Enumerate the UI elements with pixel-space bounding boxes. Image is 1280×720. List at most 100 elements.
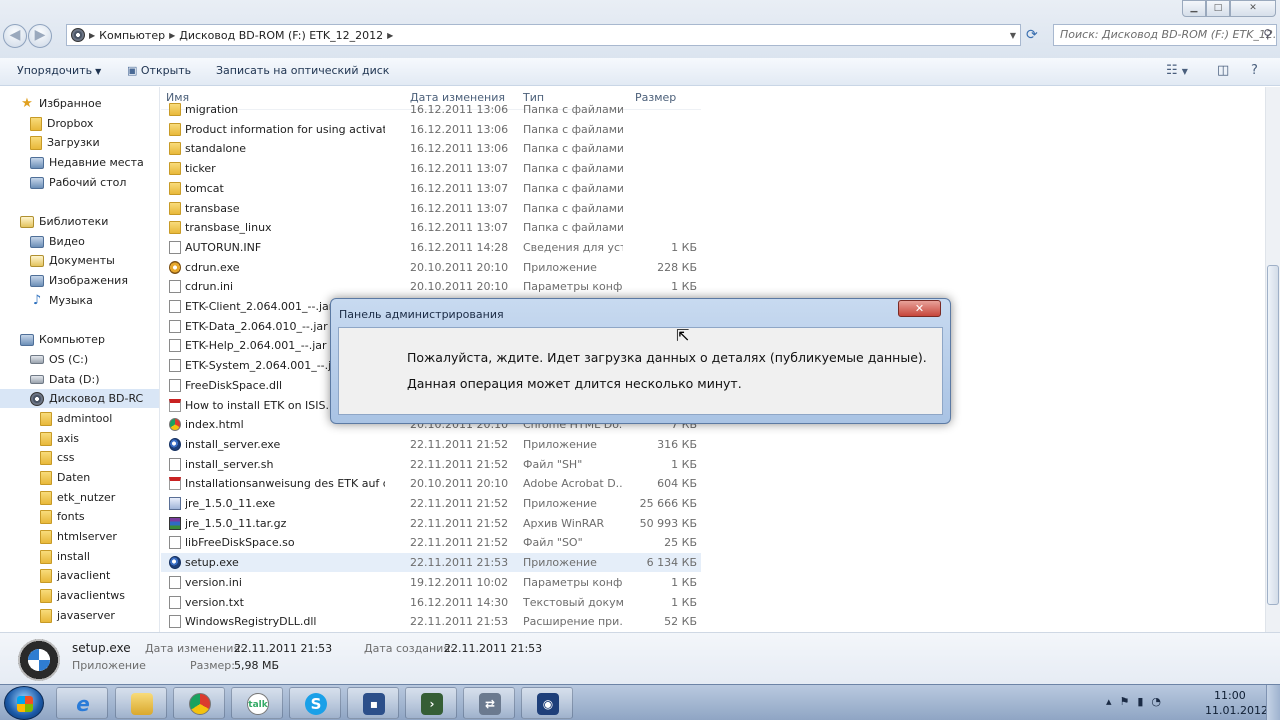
burn-disc-button[interactable]: Записать на оптический диск	[216, 64, 389, 77]
nav-item-dropbox[interactable]: Dropbox	[30, 114, 93, 133]
file-row[interactable]: transbase_linux 16.12.2011 13:07 Папка с ф…	[161, 218, 701, 237]
nav-folder-javaclient[interactable]: javaclient	[40, 566, 110, 585]
file-type: Архив WinRAR	[523, 516, 605, 530]
nav-item-downloads[interactable]: Загрузки	[30, 133, 100, 152]
nav-item-recent-places[interactable]: Недавние места	[30, 153, 144, 172]
file-row[interactable]: transbase 16.12.2011 13:07 Папка с файлами	[161, 199, 701, 218]
folder-icon	[40, 549, 52, 564]
file-row[interactable]: Product information for using activation…	[161, 120, 701, 139]
nav-folder-fonts[interactable]: fonts	[40, 507, 85, 526]
admin-panel-dialog: Панель администрирования ✕ Пожалуйста, ж…	[330, 298, 951, 424]
file-row[interactable]: version.ini 19.12.2011 10:02 Параметры кон…	[161, 573, 701, 592]
taskbar-google-talk[interactable]: talk	[231, 687, 283, 719]
file-icon	[169, 595, 181, 609]
file-name: transbase	[185, 201, 240, 215]
file-row[interactable]: cdrun.exe 20.10.2011 20:10 Приложение 228 К…	[161, 258, 701, 277]
taskbar-network[interactable]: ⇄	[463, 687, 515, 719]
taskbar-skype[interactable]: S	[289, 687, 341, 719]
open-icon: ▣	[127, 64, 141, 77]
file-row[interactable]: libFreeDiskSpace.so 22.11.2011 21:52 Файл …	[161, 533, 701, 552]
file-row[interactable]: jre_1.5.0_11.tar.gz 22.11.2011 21:52 Архив…	[161, 514, 701, 533]
help-icon[interactable]: ?	[1251, 63, 1258, 78]
breadcrumb-drive[interactable]: Дисковод BD-ROM (F:) ETK_12_2012	[179, 29, 383, 42]
nav-folder-htmlserver[interactable]: htmlserver	[40, 527, 117, 546]
file-row[interactable]: Installationsanweisung des ETK auf der I…	[161, 474, 701, 493]
network-icon: ⇄	[479, 693, 501, 715]
nav-folder-admintool[interactable]: admintool	[40, 409, 112, 428]
minimize-button[interactable]: ▁	[1182, 0, 1206, 17]
vertical-scrollbar[interactable]	[1265, 87, 1280, 632]
breadcrumb-computer[interactable]: Компьютер	[99, 29, 165, 42]
address-dropdown-icon[interactable]: ▼	[1010, 31, 1016, 40]
file-row[interactable]: tomcat 16.12.2011 13:07 Папка с файлами	[161, 179, 701, 198]
open-button[interactable]: ▣ Открыть	[127, 64, 191, 77]
desktop-icon	[30, 176, 44, 189]
nav-folder-etk-nutzer[interactable]: etk_nutzer	[40, 488, 115, 507]
taskbar-chrome[interactable]	[173, 687, 225, 719]
nav-drive-d[interactable]: Data (D:)	[30, 370, 100, 389]
clock-date[interactable]: 11.01.2012	[1205, 704, 1268, 717]
file-row[interactable]: install_server.sh 22.11.2011 21:52 Файл "S…	[161, 455, 701, 474]
search-icon[interactable]: ⚲	[1263, 27, 1272, 41]
file-type: Параметры конф...	[523, 575, 623, 589]
view-options-icon[interactable]: ☷ ▼	[1166, 63, 1188, 78]
file-name: tomcat	[185, 181, 224, 195]
nav-favorites[interactable]: ★ Избранное	[20, 94, 101, 113]
refresh-icon[interactable]: ⟳	[1026, 27, 1038, 43]
file-row[interactable]: AUTORUN.INF 16.12.2011 14:28 Сведения для …	[161, 238, 701, 257]
scrollbar-thumb[interactable]	[1267, 265, 1279, 605]
window-close-button[interactable]: ✕	[1230, 0, 1276, 17]
system-tray[interactable]: ▴⚑▮◔	[1106, 695, 1169, 708]
nav-item-images[interactable]: Изображения	[30, 271, 128, 290]
show-desktop-button[interactable]	[1266, 685, 1280, 720]
file-row[interactable]: ticker 16.12.2011 13:07 Папка с файлами	[161, 159, 701, 178]
organize-button[interactable]: Упорядочить ▼	[17, 64, 101, 77]
file-size: 52 КБ	[664, 615, 697, 629]
nav-label: Data (D:)	[49, 373, 100, 386]
maximize-button[interactable]: □	[1206, 0, 1230, 17]
nav-drive-bd-rom[interactable]: Дисковод BD-RC	[0, 389, 159, 408]
file-row[interactable]: standalone 16.12.2011 13:06 Папка с файлам…	[161, 139, 701, 158]
start-button[interactable]	[4, 686, 44, 720]
file-row[interactable]: jre_1.5.0_11.exe 22.11.2011 21:52 Приложен…	[161, 494, 701, 513]
address-bar[interactable]: ▶ Компьютер ▶ Дисковод BD-ROM (F:) ETK_1…	[66, 24, 1021, 46]
nav-folder-javaclientws[interactable]: javaclientws	[40, 586, 125, 605]
file-name: install_server.sh	[185, 457, 274, 471]
nav-computer[interactable]: Компьютер	[20, 330, 105, 349]
nav-item-documents[interactable]: Документы	[30, 251, 115, 270]
preview-pane-icon[interactable]: ◫	[1217, 63, 1229, 78]
back-button[interactable]: ◀	[3, 24, 27, 48]
forward-button[interactable]: ▶	[28, 24, 52, 48]
taskbar-terminal[interactable]: ›	[405, 687, 457, 719]
taskbar-file-explorer[interactable]	[115, 687, 167, 719]
nav-folder-css[interactable]: css	[40, 448, 75, 467]
search-input[interactable]: Поиск: Дисковод BD-ROM (F:) ETK_12... ⚲	[1053, 24, 1277, 46]
nav-folder-daten[interactable]: Daten	[40, 468, 90, 487]
file-date: 16.12.2011 14:28	[410, 240, 509, 254]
file-row[interactable]: install_server.exe 22.11.2011 21:52 Прилож…	[161, 435, 701, 454]
details-size-value: 5,98 МБ	[234, 659, 280, 672]
file-icon	[169, 536, 181, 550]
nav-item-desktop[interactable]: Рабочий стол	[30, 173, 126, 192]
nav-libraries[interactable]: Библиотеки	[20, 212, 108, 231]
file-row[interactable]: WindowsRegistryDLL.dll 22.11.2011 21:53 Ра…	[161, 612, 701, 631]
nav-folder-javaserver[interactable]: javaserver	[40, 606, 115, 625]
nav-drive-c[interactable]: OS (C:)	[30, 350, 88, 369]
nav-label: javaclientws	[57, 589, 125, 602]
clock-time[interactable]: 11:00	[1214, 689, 1246, 702]
taskbar-etk-app[interactable]: ◉	[521, 687, 573, 719]
file-row[interactable]: migration 16.12.2011 13:06 Папка с файлами	[161, 100, 701, 119]
nav-item-video[interactable]: Видео	[30, 232, 85, 251]
dialog-close-button[interactable]: ✕	[898, 300, 941, 317]
file-type: Папка с файлами	[523, 221, 623, 235]
file-row[interactable]: cdrun.ini 20.10.2011 20:10 Параметры конф.…	[161, 277, 701, 296]
taskbar-save-disk[interactable]: ▪	[347, 687, 399, 719]
nav-label: Изображения	[49, 274, 128, 287]
file-row[interactable]: version.txt 16.12.2011 14:30 Текстовый док…	[161, 593, 701, 612]
details-created-value: 22.11.2011 21:53	[444, 642, 543, 655]
nav-folder-axis[interactable]: axis	[40, 429, 79, 448]
file-row[interactable]: setup.exe 22.11.2011 21:53 Приложение 6 134…	[161, 553, 701, 573]
nav-item-music[interactable]: ♪ Музыка	[30, 291, 93, 310]
taskbar-internet-explorer[interactable]: e	[56, 687, 108, 719]
nav-folder-install[interactable]: install	[40, 547, 90, 566]
